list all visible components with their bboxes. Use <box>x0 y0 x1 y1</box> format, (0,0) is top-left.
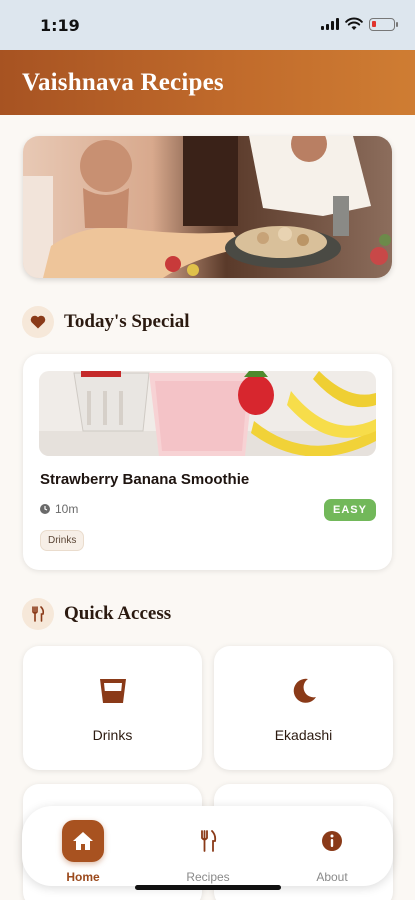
recipe-image <box>39 371 376 456</box>
app-header: Vaishnava Recipes <box>0 50 415 115</box>
nav-about[interactable]: About <box>277 806 387 886</box>
section-title: Today's Special <box>64 311 190 332</box>
wifi-icon <box>345 17 363 30</box>
moon-icon <box>287 674 321 708</box>
quick-access-ekadashi[interactable]: Ekadashi <box>214 646 393 770</box>
status-icons <box>321 17 398 31</box>
nav-label: Home <box>66 870 100 884</box>
recipe-time: 10m <box>40 502 78 516</box>
home-icon <box>62 820 104 862</box>
recipe-time-value: 10m <box>55 502 79 516</box>
heart-icon <box>22 306 54 338</box>
todays-special-heading: Today's Special <box>22 306 189 338</box>
recipe-name: Strawberry Banana Smoothie <box>40 471 250 488</box>
clock-icon <box>40 504 50 514</box>
quick-access-label: Drinks <box>92 727 133 743</box>
app-title: Vaishnava Recipes <box>22 69 224 96</box>
difficulty-badge: EASY <box>324 499 376 521</box>
utensils-icon <box>187 820 229 862</box>
nav-recipes[interactable]: Recipes <box>153 806 263 886</box>
section-title: Quick Access <box>64 603 172 624</box>
quick-access-heading: Quick Access <box>22 598 171 630</box>
special-recipe-card[interactable]: Strawberry Banana Smoothie 10m EASY Drin… <box>23 354 392 570</box>
nav-label: Recipes <box>186 870 230 884</box>
cup-icon <box>96 674 130 708</box>
quick-access-drinks[interactable]: Drinks <box>23 646 202 770</box>
status-bar: 1:19 <box>0 0 415 50</box>
home-indicator <box>135 885 281 890</box>
hero-image <box>23 136 392 278</box>
bottom-navigation: Home Recipes About <box>22 806 393 886</box>
quick-access-label: Ekadashi <box>274 727 333 743</box>
nav-label: About <box>316 870 348 884</box>
cellular-signal-icon <box>321 18 339 30</box>
category-tag: Drinks <box>40 530 85 551</box>
battery-low-icon <box>369 17 398 31</box>
status-time: 1:19 <box>40 16 80 35</box>
nav-home[interactable]: Home <box>28 806 138 886</box>
hero-photo-illustration <box>23 136 392 278</box>
info-icon <box>311 820 353 862</box>
utensils-icon <box>22 598 54 630</box>
